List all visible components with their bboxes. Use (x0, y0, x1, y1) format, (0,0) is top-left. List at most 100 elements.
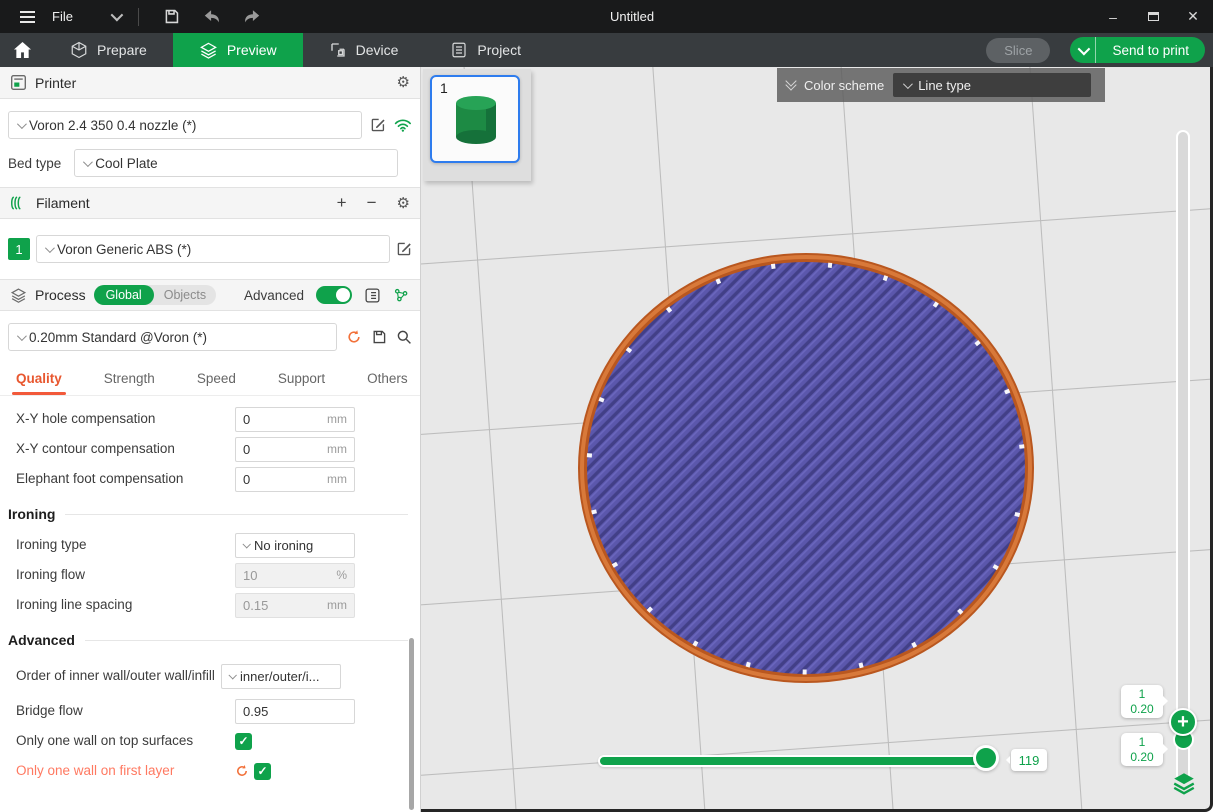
chevron-down-icon (228, 671, 236, 679)
redo-button[interactable] (237, 6, 267, 28)
filament-slot-badge[interactable]: 1 (8, 238, 30, 260)
send-to-print-group: Send to print (1070, 37, 1205, 63)
process-tab-strength[interactable]: Strength (104, 367, 155, 395)
tab-preview[interactable]: Preview (173, 33, 303, 67)
unit-label: mm (327, 472, 347, 486)
device-icon (329, 41, 347, 59)
xy-hole-compensation-input[interactable]: 0mm (235, 407, 355, 432)
search-settings-icon[interactable] (396, 329, 412, 345)
file-menu-chevron-icon[interactable] (111, 9, 124, 22)
slice-button[interactable]: Slice (986, 38, 1050, 63)
only-one-wall-top-checkbox[interactable]: ✓ (235, 733, 252, 750)
reset-value-icon[interactable] (235, 764, 249, 778)
parameter-tune-icon[interactable] (393, 287, 410, 304)
process-preset-value: 0.20mm Standard @Voron (*) (29, 330, 207, 345)
scope-global-button[interactable]: Global (94, 285, 154, 305)
chevron-down-icon (17, 119, 27, 129)
process-tab-speed[interactable]: Speed (197, 367, 236, 395)
line-type-select[interactable]: Line type (893, 73, 1091, 97)
setting-value: 0 (243, 442, 250, 457)
elephant-foot-compensation-input[interactable]: 0 mm (235, 467, 355, 492)
process-section-title: Process (35, 287, 86, 303)
tab-prepare[interactable]: Prepare (44, 33, 173, 67)
panel-scrollbar[interactable] (409, 638, 414, 810)
unit-label: % (336, 568, 347, 582)
filament-preset-value: Voron Generic ABS (*) (57, 242, 191, 257)
add-filament-button[interactable]: + (337, 193, 347, 213)
maximize-button[interactable] (1133, 0, 1173, 33)
plate-thumbnail[interactable]: 1 (430, 75, 520, 163)
horizontal-move-slider[interactable] (598, 755, 986, 767)
move-value-badge: 119 (1011, 749, 1047, 771)
file-menu[interactable]: File (52, 9, 73, 24)
chevron-down-icon (17, 331, 27, 341)
advanced-toggle[interactable] (316, 286, 352, 304)
advanced-toggle-label: Advanced (244, 288, 304, 303)
bed-type-select[interactable]: Cool Plate (74, 149, 398, 177)
process-tab-others[interactable]: Others (367, 367, 408, 395)
edit-printer-icon[interactable] (370, 117, 386, 133)
wifi-connection-icon[interactable] (394, 118, 412, 132)
process-preset-select[interactable]: 0.20mm Standard @Voron (*) (8, 323, 337, 351)
save-preset-icon[interactable] (371, 329, 387, 345)
process-tab-support[interactable]: Support (278, 367, 325, 395)
save-button[interactable] (157, 6, 187, 28)
send-to-print-button[interactable]: Send to print (1096, 43, 1205, 58)
home-button[interactable] (0, 33, 44, 67)
ironing-type-select[interactable]: No ironing (235, 533, 355, 558)
tab-preview-label: Preview (227, 42, 277, 58)
tab-device[interactable]: Device (303, 33, 425, 67)
remove-filament-button[interactable]: − (367, 193, 377, 213)
tab-project[interactable]: Project (424, 33, 547, 67)
process-tab-quality[interactable]: Quality (16, 367, 62, 395)
filament-section-title: Filament (36, 195, 90, 211)
settings-list: X-Y hole compensation 0mm X-Y contour co… (0, 396, 420, 786)
layer-mode-button[interactable] (1171, 770, 1197, 796)
only-one-wall-first-layer-checkbox[interactable]: ✓ (254, 763, 271, 780)
undo-icon (203, 9, 221, 24)
filament-preset-select[interactable]: Voron Generic ABS (*) (36, 235, 390, 263)
main-menu-button[interactable] (12, 6, 42, 28)
xy-contour-compensation-input[interactable]: 0mm (235, 437, 355, 462)
printer-settings-gear-icon[interactable]: ⚙ (397, 75, 410, 90)
process-scope-switch: Global Objects (94, 285, 217, 305)
home-icon (13, 41, 32, 59)
setting-row: Only one wall on first layer ✓ (0, 756, 420, 786)
filament-settings-gear-icon[interactable]: ⚙ (397, 196, 410, 211)
reset-preset-icon[interactable] (346, 329, 362, 345)
setting-value: 0 (243, 472, 250, 487)
minimize-button[interactable]: – (1093, 0, 1133, 33)
scope-objects-button[interactable]: Objects (154, 285, 216, 305)
setting-label: Order of inner wall/outer wall/infill (16, 668, 221, 685)
printer-preset-select[interactable]: Voron 2.4 350 0.4 nozzle (*) (8, 111, 362, 139)
send-dropdown-button[interactable] (1070, 37, 1096, 63)
setting-row: Elephant foot compensation 0mm (0, 464, 420, 494)
title-bar: File Untitled – ✕ (0, 0, 1213, 33)
wall-order-select[interactable]: inner/outer/i... (221, 664, 341, 689)
undo-button[interactable] (197, 6, 227, 28)
layers-icon (1171, 770, 1197, 796)
bridge-flow-input[interactable]: 0.95 (235, 699, 355, 724)
edit-filament-icon[interactable] (396, 241, 412, 257)
layer-slider[interactable] (1176, 130, 1190, 782)
printer-section-title: Printer (35, 75, 76, 91)
setting-label: Ironing line spacing (16, 597, 235, 614)
close-button[interactable]: ✕ (1173, 0, 1213, 33)
sliced-layer-view[interactable] (571, 246, 1041, 690)
preview-viewport[interactable]: 1 Color scheme Line type 119 1 0.20 (421, 67, 1213, 812)
process-layers-icon (10, 287, 27, 304)
line-type-value: Line type (918, 78, 971, 93)
setting-row: X-Y contour compensation 0mm (0, 434, 420, 464)
collapse-double-chevron-icon[interactable] (787, 81, 795, 89)
unit-label: mm (327, 598, 347, 612)
advanced-group-header: Advanced (0, 620, 420, 656)
tab-project-label: Project (477, 42, 521, 58)
setting-value: No ironing (254, 538, 313, 553)
settings-list-icon[interactable] (364, 287, 381, 304)
window-title: Untitled (610, 0, 654, 33)
setting-row: Ironing flow 10% (0, 560, 420, 590)
process-tab-bar: Quality Strength Speed Support Others (0, 357, 420, 396)
left-panel: Printer ⚙ Voron 2.4 350 0.4 nozzle (*) B… (0, 67, 421, 812)
horizontal-slider-handle[interactable] (973, 745, 999, 771)
layer-slider-upper-handle[interactable]: + (1169, 708, 1197, 736)
